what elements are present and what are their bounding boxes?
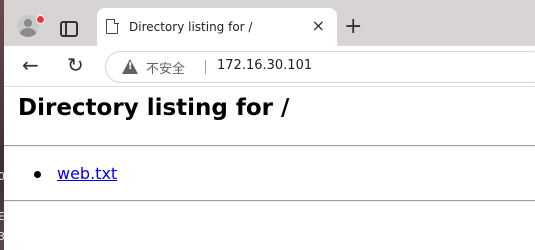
tab-close-icon[interactable]: × [312,17,325,35]
horizontal-rule-top [4,145,535,147]
address-bar[interactable]: 不安全 172.16.30.101 [105,51,535,83]
tab-directory-listing[interactable]: Directory listing for / × [97,8,337,46]
new-tab-button[interactable]: + [344,16,362,38]
tab-title: Directory listing for / [129,20,253,34]
omnibox-divider [205,60,206,74]
profile-notification-badge [36,15,45,24]
file-list: web.txt [34,164,117,184]
page-icon [106,18,119,34]
tab-actions-icon[interactable] [60,21,78,37]
back-button[interactable]: ← [22,55,39,75]
toolbar: ← ↻ 不安全 172.16.30.101 [4,46,535,86]
url-text[interactable]: 172.16.30.101 [217,58,312,73]
list-item: web.txt [34,164,117,184]
page-content: Directory listing for / web.txt [4,87,535,250]
warning-icon[interactable] [122,59,138,74]
tab-strip: Directory listing for / × + [4,0,535,46]
security-status[interactable]: 不安全 [146,58,185,77]
reload-button[interactable]: ↻ [67,55,84,75]
horizontal-rule-bottom [4,200,535,202]
page-heading: Directory listing for / [18,95,290,121]
file-link-web-txt[interactable]: web.txt [57,164,117,183]
